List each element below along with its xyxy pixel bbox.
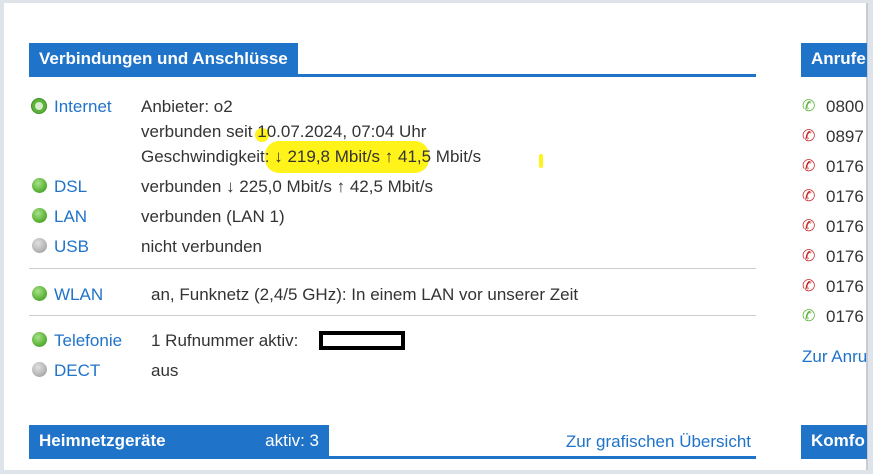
phone-incoming-icon: ✆ bbox=[802, 98, 816, 115]
comfort-title: Komfo bbox=[801, 425, 867, 456]
lan-link[interactable]: LAN bbox=[54, 206, 87, 228]
phone-missed-icon: ✆ bbox=[802, 278, 816, 295]
home-network-active: aktiv: 3 bbox=[265, 431, 319, 450]
call-number[interactable]: 0176 bbox=[826, 156, 867, 178]
connections-header: Verbindungen und Anschlüsse bbox=[29, 43, 756, 77]
calls-header: Anrufe bbox=[801, 43, 867, 77]
highlight-mark bbox=[539, 154, 543, 168]
phone-missed-icon: ✆ bbox=[802, 158, 816, 175]
phone-missed-icon: ✆ bbox=[802, 128, 816, 145]
usb-link[interactable]: USB bbox=[54, 236, 89, 258]
dsl-status: verbunden ↓ 225,0 Mbit/s ↑ 42,5 Mbit/s bbox=[141, 177, 433, 196]
divider bbox=[29, 268, 756, 269]
status-ok-icon bbox=[32, 208, 47, 223]
wlan-status: an, Funknetz (2,4/5 GHz): In einem LAN v… bbox=[151, 285, 579, 304]
status-ok-icon bbox=[32, 332, 47, 347]
phone-missed-icon: ✆ bbox=[802, 218, 816, 235]
calls-title: Anrufe bbox=[801, 43, 867, 74]
status-off-icon bbox=[32, 238, 47, 253]
internet-since: verbunden seit 10.07.2024, 07:04 Uhr bbox=[141, 122, 427, 141]
internet-link[interactable]: Internet bbox=[54, 96, 112, 118]
home-network-header: Heimnetzgeräte aktiv: 3 Zur grafischen Ü… bbox=[29, 425, 756, 459]
redaction-box bbox=[319, 331, 405, 350]
phone-missed-icon: ✆ bbox=[802, 248, 816, 265]
lan-status: verbunden (LAN 1) bbox=[141, 207, 285, 226]
status-ok-icon bbox=[32, 178, 47, 193]
call-number[interactable]: 0176 bbox=[826, 276, 867, 298]
call-number[interactable]: 0176 bbox=[826, 186, 867, 208]
divider bbox=[29, 315, 756, 316]
home-network-title: Heimnetzgeräte bbox=[39, 431, 166, 450]
call-number[interactable]: 0176 bbox=[826, 246, 867, 268]
dect-link[interactable]: DECT bbox=[54, 360, 100, 382]
comfort-header: Komfo bbox=[801, 425, 867, 459]
calls-link[interactable]: Zur Anru bbox=[802, 346, 867, 368]
phone-missed-icon: ✆ bbox=[802, 188, 816, 205]
status-off-icon bbox=[32, 362, 47, 377]
graphic-overview-link[interactable]: Zur grafischen Übersicht bbox=[566, 431, 751, 453]
globe-icon bbox=[31, 98, 47, 114]
dect-status: aus bbox=[151, 361, 179, 380]
telefonie-status: 1 Rufnummer aktiv: bbox=[151, 331, 299, 350]
call-number[interactable]: 0176 bbox=[826, 306, 867, 328]
call-number[interactable]: 0897 bbox=[826, 126, 867, 148]
connections-title: Verbindungen und Anschlüsse bbox=[29, 43, 298, 74]
home-network-title-tab: Heimnetzgeräte aktiv: 3 bbox=[29, 425, 329, 456]
phone-incoming-icon: ✆ bbox=[802, 308, 816, 325]
internet-speed: Geschwindigkeit: ↓ 219,8 Mbit/s ↑ 41,5 M… bbox=[141, 147, 482, 166]
call-number[interactable]: 0800 bbox=[826, 96, 867, 118]
wlan-link[interactable]: WLAN bbox=[54, 284, 103, 306]
dsl-link[interactable]: DSL bbox=[54, 176, 87, 198]
internet-provider: Anbieter: o2 bbox=[141, 97, 233, 116]
usb-status: nicht verbunden bbox=[141, 237, 262, 256]
call-number[interactable]: 0176 bbox=[826, 216, 867, 238]
telefonie-link[interactable]: Telefonie bbox=[54, 330, 122, 352]
status-ok-icon bbox=[32, 286, 47, 301]
